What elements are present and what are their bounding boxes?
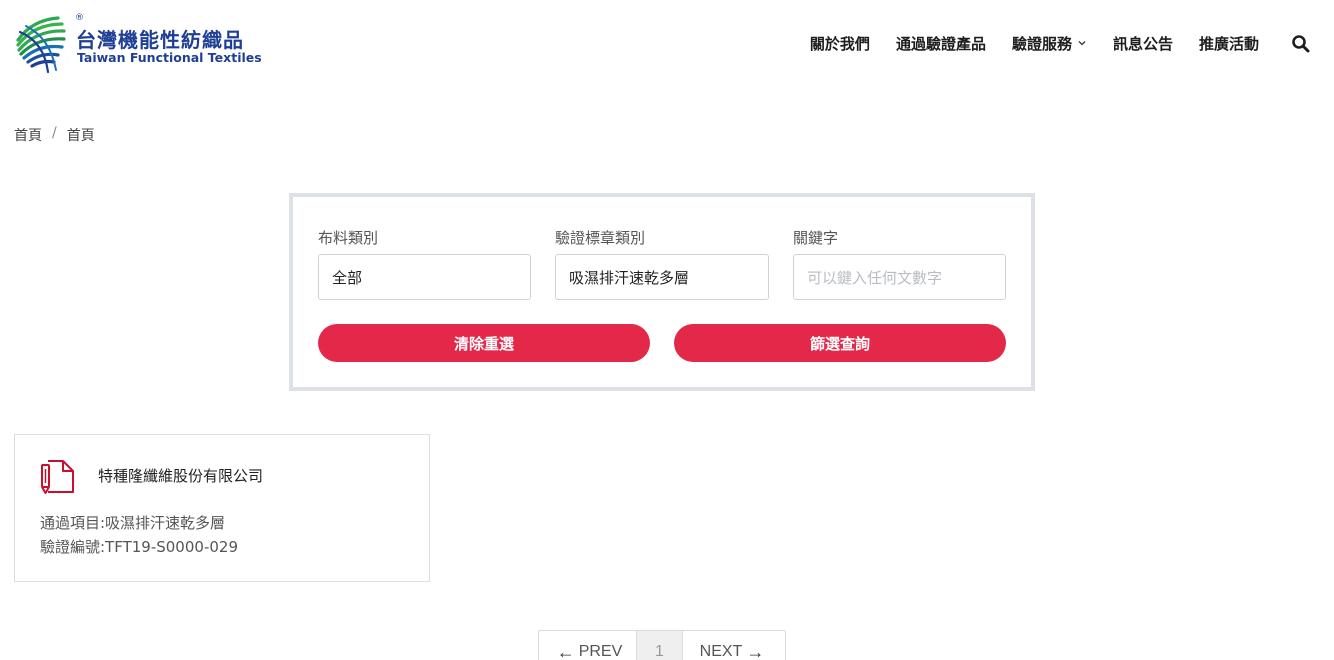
fabric-type-label: 布料類別 xyxy=(318,229,379,247)
nav-item-label: 通過驗證產品 xyxy=(895,34,986,53)
document-pen-icon xyxy=(41,460,74,494)
breadcrumb-separator: / xyxy=(52,125,57,141)
company-name[interactable]: 特種隆纖維股份有限公司 xyxy=(98,465,263,486)
page-number-current[interactable]: 1 xyxy=(637,631,683,660)
breadcrumb-current: 首頁 xyxy=(66,128,95,144)
next-label: NEXT xyxy=(699,643,743,660)
site-logo[interactable]: ® 台灣機能性紡織品 Taiwan Functional Textiles xyxy=(14,12,264,76)
main-nav: 關於我們 通過驗證產品 驗證服務 訊息公告 推廣活動 xyxy=(784,32,1259,54)
cert-mark-label: 驗證標章類別 xyxy=(555,229,646,247)
nav-item-label: 驗證服務 xyxy=(1011,34,1072,53)
nav-item-label: 訊息公告 xyxy=(1112,34,1173,53)
breadcrumb-home-link[interactable]: 首頁 xyxy=(14,125,42,145)
brand-name-zh: 台灣機能性紡織品 xyxy=(76,28,244,52)
search-icon[interactable] xyxy=(1291,34,1311,54)
nav-item-promotions[interactable]: 推廣活動 xyxy=(1199,33,1259,54)
nav-item-label: 關於我們 xyxy=(809,34,870,53)
cert-number: 驗證編號:TFT19-S0000-029 xyxy=(40,538,238,556)
reset-button[interactable]: 清除重選 xyxy=(318,324,650,362)
nav-item-certified-products[interactable]: 通過驗證產品 xyxy=(896,33,986,54)
pagination: ← PREV 1 NEXT → xyxy=(538,630,786,660)
prev-page-button[interactable]: ← PREV xyxy=(539,631,637,660)
filter-panel: 布料類別 全部 驗證標章類別 吸濕排汗速乾多層 關鍵字 可以鍵入任何文數字 清除… xyxy=(289,193,1035,391)
logo-leaf-icon xyxy=(16,16,66,74)
keyword-label: 關鍵字 xyxy=(793,229,839,247)
cert-mark-select[interactable]: 吸濕排汗速乾多層 xyxy=(555,254,769,300)
arrow-left-icon: ← xyxy=(556,641,575,660)
result-card[interactable]: 特種隆纖維股份有限公司 通過項目:吸濕排汗速乾多層 驗證編號:TFT19-S00… xyxy=(14,434,430,582)
nav-item-label: 推廣活動 xyxy=(1198,34,1259,53)
breadcrumb: 首頁 / 首頁 xyxy=(14,125,95,145)
arrow-right-icon: → xyxy=(746,641,765,660)
registered-mark: ® xyxy=(75,13,84,23)
passed-item: 通過項目:吸濕排汗速乾多層 xyxy=(40,514,226,532)
keyword-input[interactable]: 可以鍵入任何文數字 xyxy=(793,254,1006,300)
nav-item-news[interactable]: 訊息公告 xyxy=(1113,33,1173,54)
chevron-down-icon xyxy=(1078,41,1086,46)
nav-item-about[interactable]: 關於我們 xyxy=(810,33,870,54)
fabric-type-select[interactable]: 全部 xyxy=(318,254,531,300)
nav-item-cert-services[interactable]: 驗證服務 xyxy=(1012,33,1087,54)
next-page-button[interactable]: NEXT → xyxy=(683,631,785,660)
prev-label: PREV xyxy=(578,643,623,660)
brand-name-en: Taiwan Functional Textiles xyxy=(77,50,262,65)
site-header: ® 台灣機能性紡織品 Taiwan Functional Textiles 關於… xyxy=(0,0,1334,90)
filter-search-button[interactable]: 篩選查詢 xyxy=(674,324,1006,362)
